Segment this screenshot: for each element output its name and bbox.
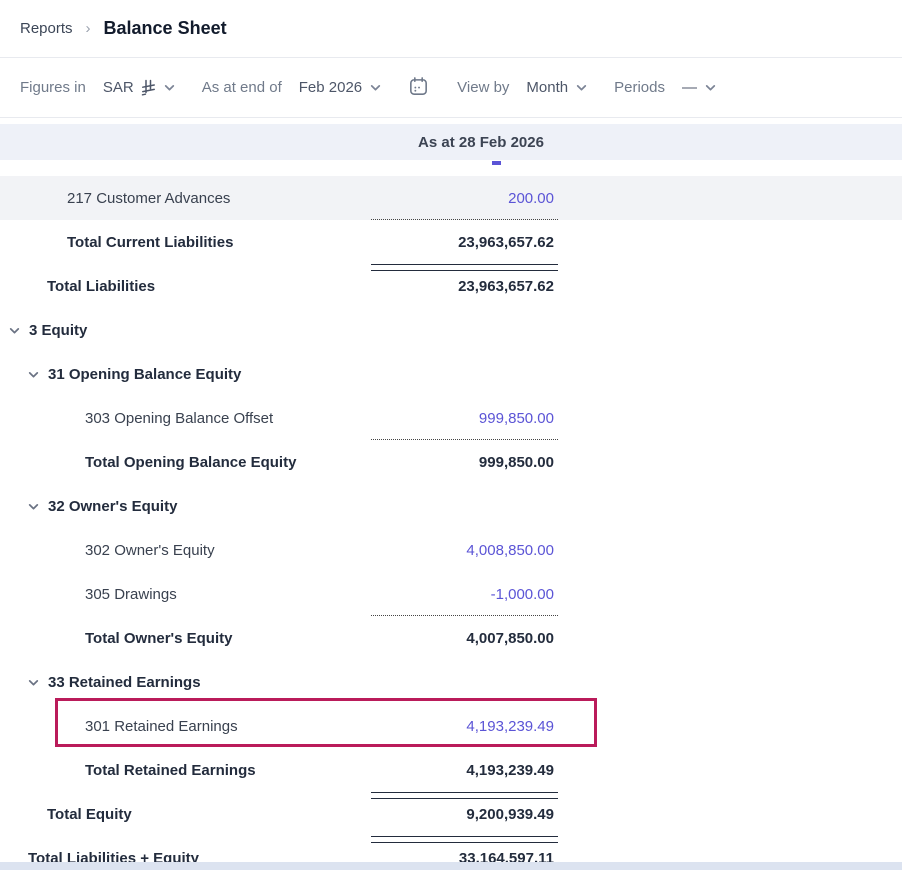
total-row: Total Equity 9,200,939.49 xyxy=(0,792,902,836)
calendar-icon xyxy=(408,76,429,100)
amount-link[interactable]: 4,008,850.00 xyxy=(371,542,558,559)
account-row: 301 Retained Earnings 4,193,239.49 xyxy=(0,704,902,748)
column-header-date: As at 28 Feb 2026 xyxy=(418,134,544,151)
row-label: Total Liabilities xyxy=(47,278,155,295)
periods-select[interactable]: — xyxy=(682,79,717,96)
amount-link[interactable]: 4,193,239.49 xyxy=(371,718,558,735)
chevron-down-icon[interactable] xyxy=(27,676,40,689)
view-by-label: View by xyxy=(457,79,509,96)
period-select[interactable]: Feb 2026 xyxy=(299,79,382,96)
breadcrumb-separator: › xyxy=(86,20,91,37)
chevron-down-icon xyxy=(163,81,176,94)
breadcrumb: Reports › Balance Sheet xyxy=(0,0,902,58)
periods-value: — xyxy=(682,79,697,96)
view-by-select[interactable]: Month xyxy=(526,79,588,96)
total-row: Total Current Liabilities 23,963,657.62 xyxy=(0,220,902,264)
account-row: 217 Customer Advances 200.00 xyxy=(0,176,902,220)
account-row: 303 Opening Balance Offset 999,850.00 xyxy=(0,396,902,440)
amount-value: 4,193,239.49 xyxy=(371,762,558,779)
row-label: 301 Retained Earnings xyxy=(85,718,238,735)
periods-label: Periods xyxy=(614,79,665,96)
amount-link[interactable]: -1,000.00 xyxy=(371,586,558,603)
amount-link[interactable]: 200.00 xyxy=(371,190,558,207)
calendar-button[interactable] xyxy=(408,76,429,100)
total-row: Total Opening Balance Equity 999,850.00 xyxy=(0,440,902,484)
row-label: Total Owner's Equity xyxy=(85,630,232,647)
breadcrumb-reports-link[interactable]: Reports xyxy=(20,20,73,37)
chevron-down-icon[interactable] xyxy=(8,324,21,337)
row-label: 3 Equity xyxy=(29,322,87,339)
group-row: 33 Retained Earnings xyxy=(0,660,902,704)
column-header-bar: As at 28 Feb 2026 xyxy=(0,124,902,160)
chevron-down-icon[interactable] xyxy=(27,500,40,513)
group-row: 32 Owner's Equity xyxy=(0,484,902,528)
amount-value: 4,007,850.00 xyxy=(371,630,558,647)
chevron-down-icon xyxy=(369,81,382,94)
row-label: 32 Owner's Equity xyxy=(48,498,177,515)
total-row: Total Liabilities 23,963,657.62 xyxy=(0,264,902,308)
balance-sheet-page: Reports › Balance Sheet Figures in SAR A… xyxy=(0,0,902,870)
chevron-down-icon xyxy=(575,81,588,94)
row-label: 302 Owner's Equity xyxy=(85,542,215,559)
currency-value: SAR xyxy=(103,79,134,96)
amount-value: 23,963,657.62 xyxy=(371,278,558,295)
total-row: Total Retained Earnings 4,193,239.49 xyxy=(0,748,902,792)
row-label: Total Opening Balance Equity xyxy=(85,454,296,471)
chevron-down-icon[interactable] xyxy=(27,368,40,381)
row-label: 33 Retained Earnings xyxy=(48,674,201,691)
amount-value: 9,200,939.49 xyxy=(371,806,558,823)
period-value: Feb 2026 xyxy=(299,79,362,96)
row-label: 217 Customer Advances xyxy=(67,190,230,207)
row-label: Total Retained Earnings xyxy=(85,762,256,779)
saudi-riyal-icon xyxy=(141,79,156,96)
as-at-end-of-label: As at end of xyxy=(202,79,282,96)
view-by-value: Month xyxy=(526,79,568,96)
total-row: Total Owner's Equity 4,007,850.00 xyxy=(0,616,902,660)
report-toolbar: Figures in SAR As at end of Feb 2026 xyxy=(0,58,902,118)
balance-sheet-table: 217 Customer Advances 200.00 Total Current… xyxy=(0,176,902,870)
amount-value: 23,963,657.62 xyxy=(371,234,558,251)
group-row: 31 Opening Balance Equity xyxy=(0,352,902,396)
horizontal-scrollbar[interactable] xyxy=(0,862,902,870)
chevron-down-icon xyxy=(704,81,717,94)
amount-value: 999,850.00 xyxy=(371,454,558,471)
cutoff-row-fragment xyxy=(492,161,501,165)
row-label: Total Current Liabilities xyxy=(67,234,233,251)
row-label: 305 Drawings xyxy=(85,586,177,603)
page-title: Balance Sheet xyxy=(104,18,227,39)
amount-link[interactable]: 999,850.00 xyxy=(371,410,558,427)
group-row: 3 Equity xyxy=(0,308,902,352)
account-row: 302 Owner's Equity 4,008,850.00 xyxy=(0,528,902,572)
account-row: 305 Drawings -1,000.00 xyxy=(0,572,902,616)
row-label: 31 Opening Balance Equity xyxy=(48,366,241,383)
figures-in-label: Figures in xyxy=(20,79,86,96)
currency-select[interactable]: SAR xyxy=(103,79,176,96)
row-label: 303 Opening Balance Offset xyxy=(85,410,273,427)
row-label: Total Equity xyxy=(47,806,132,823)
